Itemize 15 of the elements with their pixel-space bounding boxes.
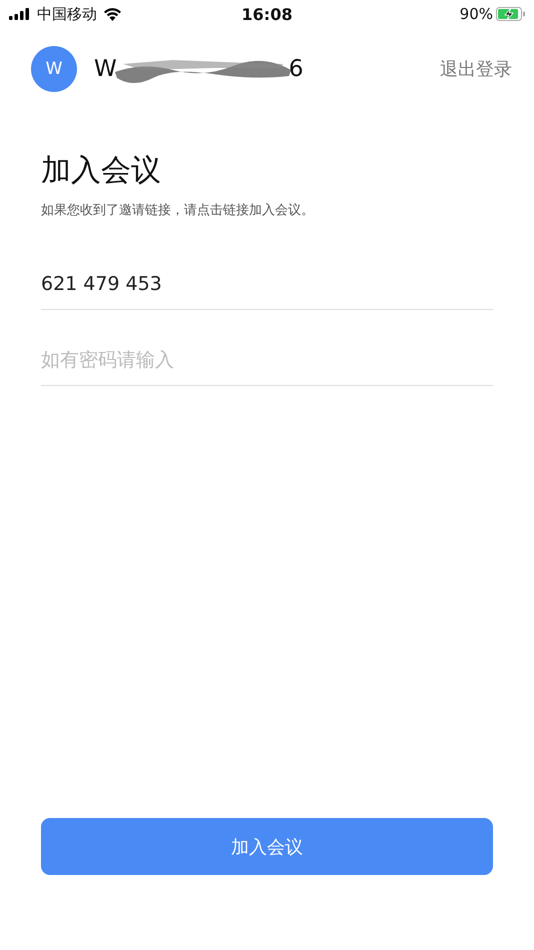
user-name: 6 [288, 56, 304, 82]
hint-text: 如果您收到了邀请链接，请点击链接加入会议。 [41, 202, 315, 219]
battery-icon [496, 7, 526, 21]
avatar: W [31, 46, 77, 92]
carrier-name: 中国移动 [37, 4, 97, 24]
signal-icon [9, 8, 31, 20]
clock-time: 16:08 [242, 4, 292, 24]
meeting-id-field[interactable]: 621 479 453 [41, 259, 493, 310]
battery-percent: 90% [460, 5, 493, 23]
join-meeting-button[interactable]: 加入会议 [41, 818, 493, 875]
logout-link[interactable]: 退出登录 [440, 57, 512, 81]
user-name: W [94, 56, 117, 82]
page-title: 加入会议 [41, 152, 162, 190]
wifi-icon [103, 7, 122, 21]
password-field[interactable]: 如有密码请输入 [41, 335, 493, 386]
